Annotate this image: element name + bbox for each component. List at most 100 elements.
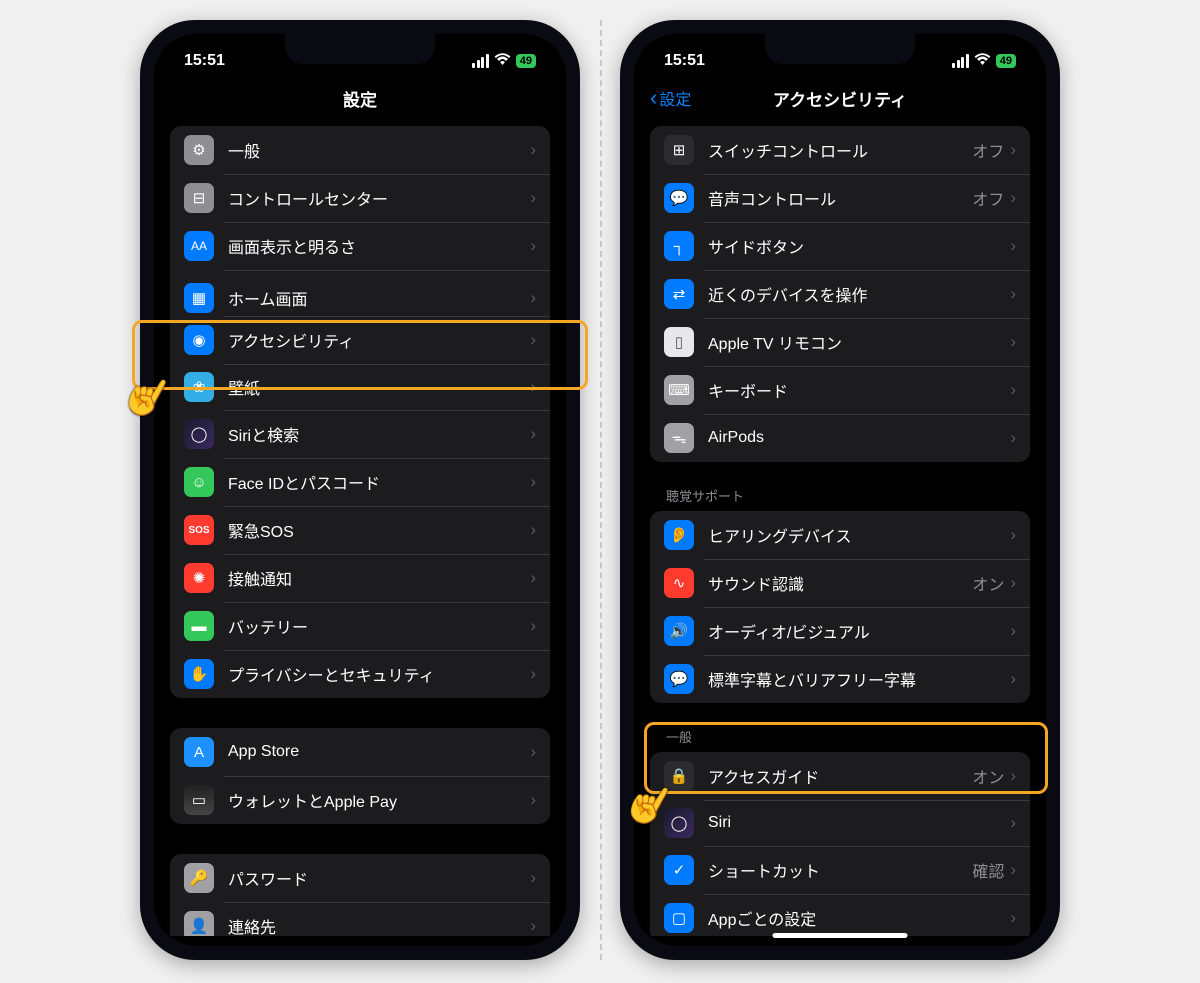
- chevron-right-icon: ›: [1010, 669, 1016, 689]
- settings-list[interactable]: ⚙一般›⊟コントロールセンター›AA画面表示と明るさ›▦ホーム画面›◉アクセシビ…: [154, 126, 566, 936]
- list-row[interactable]: AA画面表示と明るさ›: [170, 222, 550, 270]
- list-row[interactable]: ❀壁紙›: [170, 364, 550, 410]
- list-row[interactable]: ▬バッテリー›: [170, 602, 550, 650]
- chevron-right-icon: ›: [1010, 188, 1016, 208]
- list-row[interactable]: ✓ショートカット確認›: [650, 846, 1030, 894]
- chevron-right-icon: ›: [530, 790, 536, 810]
- list-row[interactable]: 💬音声コントロールオフ›: [650, 174, 1030, 222]
- list-row[interactable]: ◉アクセシビリティ›: [170, 316, 550, 364]
- row-label: パスワード: [228, 866, 530, 890]
- row-label: ホーム画面: [228, 286, 530, 310]
- chevron-right-icon: ›: [530, 916, 536, 936]
- chevron-right-icon: ›: [1010, 284, 1016, 304]
- chevron-left-icon: ‹: [650, 85, 657, 111]
- chevron-right-icon: ›: [1010, 236, 1016, 256]
- list-row[interactable]: ⚙一般›: [170, 126, 550, 174]
- row-label: App Store: [228, 743, 530, 761]
- row-icon: ❀: [184, 372, 214, 402]
- row-label: 連絡先: [228, 914, 530, 936]
- list-row[interactable]: ᯓAirPods›: [650, 414, 1030, 462]
- list-row[interactable]: ▦ホーム画面›: [170, 270, 550, 316]
- general-group: 🔒アクセスガイドオン›◯Siri›✓ショートカット確認› ▢ Appごとの設定 ›: [650, 752, 1030, 936]
- list-row[interactable]: ▯Apple TV リモコン›: [650, 318, 1030, 366]
- row-icon: ◯: [184, 419, 214, 449]
- row-icon: ✓: [664, 855, 694, 885]
- row-icon: ▯: [664, 327, 694, 357]
- row-label: 画面表示と明るさ: [228, 234, 530, 258]
- row-value: オフ: [972, 138, 1004, 162]
- list-row[interactable]: ⊞スイッチコントロールオフ›: [650, 126, 1030, 174]
- row-icon: 💬: [664, 183, 694, 213]
- general-header: 一般: [650, 727, 1030, 752]
- list-row[interactable]: ⊟コントロールセンター›: [170, 174, 550, 222]
- row-label: Siri: [708, 814, 1010, 832]
- list-row[interactable]: 🔑パスワード›: [170, 854, 550, 902]
- row-label: 近くのデバイスを操作: [708, 282, 1010, 306]
- settings-group-3: 🔑パスワード›👤連絡先›▬カレンダー›: [170, 854, 550, 936]
- list-row[interactable]: 👤連絡先›: [170, 902, 550, 936]
- chevron-right-icon: ›: [530, 288, 536, 308]
- row-label: アクセスガイド: [708, 764, 972, 788]
- row-icon: ▬: [184, 611, 214, 641]
- row-icon: ☺: [184, 467, 214, 497]
- list-row[interactable]: 🔊オーディオ/ビジュアル›: [650, 607, 1030, 655]
- list-row[interactable]: ◯Siri›: [650, 800, 1030, 846]
- list-row[interactable]: 🔒アクセスガイドオン›: [650, 752, 1030, 800]
- motor-group: ⊞スイッチコントロールオフ›💬音声コントロールオフ›┐サイドボタン›⇄近くのデバ…: [650, 126, 1030, 462]
- screen-right: 15:51 49 ‹ 設定 アクセシビリティ ⊞スイッチコントロールオフ›💬音声…: [634, 34, 1046, 946]
- row-label: プライバシーとセキュリティ: [228, 662, 530, 686]
- row-label: Face IDとパスコード: [228, 470, 530, 494]
- row-label: ウォレットとApple Pay: [228, 788, 530, 812]
- chevron-right-icon: ›: [1010, 813, 1016, 833]
- list-row[interactable]: ✋プライバシーとセキュリティ›: [170, 650, 550, 698]
- screen-left: 15:51 49 設定 ⚙一般›⊟コントロールセンター›AA画面表示と明るさ›▦…: [154, 34, 566, 946]
- list-row[interactable]: ✺接触通知›: [170, 554, 550, 602]
- list-row[interactable]: 👂ヒアリングデバイス›: [650, 511, 1030, 559]
- row-icon: ✺: [184, 563, 214, 593]
- chevron-right-icon: ›: [1010, 766, 1016, 786]
- phone-frame-right: 15:51 49 ‹ 設定 アクセシビリティ ⊞スイッチコントロールオフ›💬音声…: [620, 20, 1060, 960]
- list-row[interactable]: SOS緊急SOS›: [170, 506, 550, 554]
- row-icon: ▭: [184, 785, 214, 815]
- row-icon: AA: [184, 231, 214, 261]
- list-row[interactable]: ┐サイドボタン›: [650, 222, 1030, 270]
- chevron-right-icon: ›: [1010, 380, 1016, 400]
- notch: [765, 34, 915, 64]
- chevron-right-icon: ›: [530, 664, 536, 684]
- list-row[interactable]: AApp Store›: [170, 728, 550, 776]
- row-icon: ⊞: [664, 135, 694, 165]
- row-label: Appごとの設定: [708, 906, 1010, 930]
- row-icon: 👂: [664, 520, 694, 550]
- back-button[interactable]: ‹ 設定: [650, 85, 691, 111]
- list-row[interactable]: ◯ Siriと検索›: [170, 410, 550, 458]
- list-row[interactable]: 💬標準字幕とバリアフリー字幕›: [650, 655, 1030, 703]
- row-icon: ⊟: [184, 183, 214, 213]
- list-row[interactable]: ☺Face IDとパスコード›: [170, 458, 550, 506]
- chevron-right-icon: ›: [530, 742, 536, 762]
- chevron-right-icon: ›: [1010, 621, 1016, 641]
- battery-icon: 49: [516, 54, 536, 68]
- list-row[interactable]: ▢Appごとの設定›: [650, 894, 1030, 936]
- list-row[interactable]: ⇄近くのデバイスを操作›: [650, 270, 1030, 318]
- row-icon: ▢: [664, 903, 694, 933]
- row-label: サイドボタン: [708, 234, 1010, 258]
- wifi-icon: [974, 53, 991, 70]
- list-row[interactable]: ∿サウンド認識オン›: [650, 559, 1030, 607]
- row-label: ヒアリングデバイス: [708, 523, 1010, 547]
- accessibility-list[interactable]: ⊞スイッチコントロールオフ›💬音声コントロールオフ›┐サイドボタン›⇄近くのデバ…: [634, 126, 1046, 936]
- chevron-right-icon: ›: [1010, 140, 1016, 160]
- list-row[interactable]: ⌨キーボード›: [650, 366, 1030, 414]
- row-value: オフ: [972, 186, 1004, 210]
- row-label: アクセシビリティ: [228, 328, 530, 352]
- divider: [600, 20, 602, 960]
- list-row[interactable]: ▭ ウォレットとApple Pay›: [170, 776, 550, 824]
- home-indicator[interactable]: [773, 933, 908, 938]
- notch: [285, 34, 435, 64]
- row-label: Siriと検索: [228, 422, 530, 446]
- row-icon: ⚙: [184, 135, 214, 165]
- row-icon: ◉: [184, 325, 214, 355]
- chevron-right-icon: ›: [530, 616, 536, 636]
- row-icon: SOS: [184, 515, 214, 545]
- row-label: 標準字幕とバリアフリー字幕: [708, 667, 1010, 691]
- chevron-right-icon: ›: [530, 424, 536, 444]
